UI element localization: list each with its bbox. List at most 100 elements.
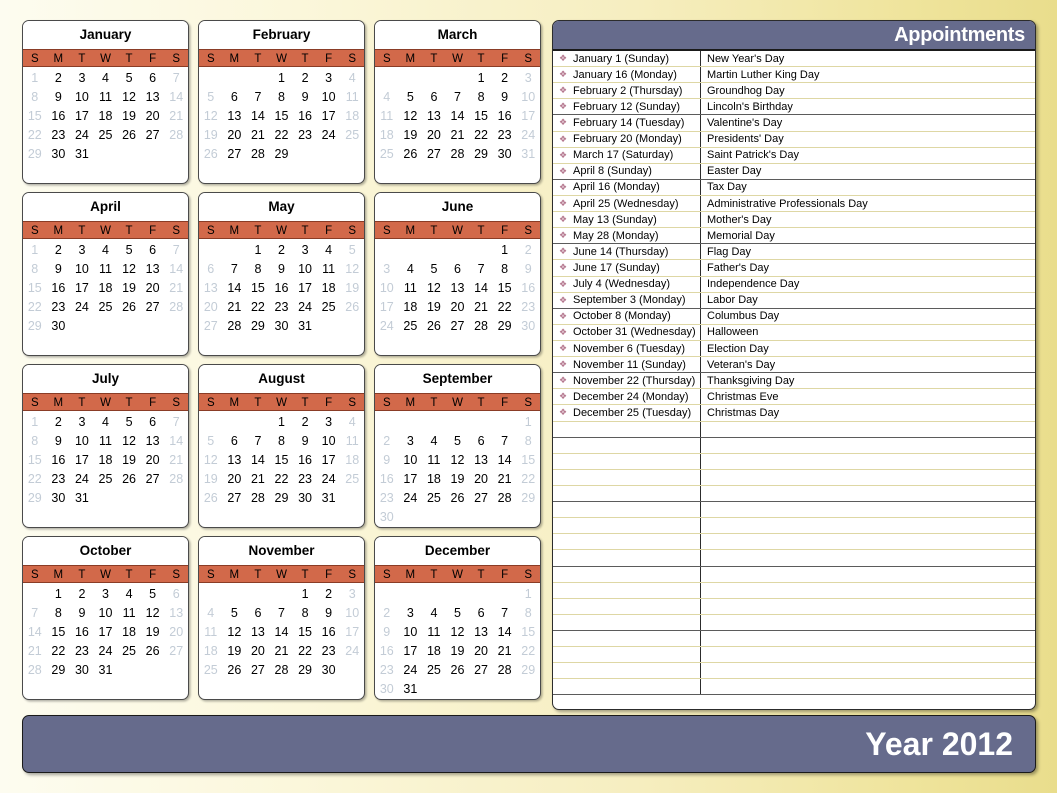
day-cell[interactable]: 24 <box>399 661 423 680</box>
day-cell[interactable]: 2 <box>493 69 517 88</box>
day-cell[interactable]: 4 <box>199 604 223 623</box>
day-cell[interactable]: 24 <box>375 317 399 336</box>
day-cell[interactable]: 5 <box>117 241 141 260</box>
day-cell[interactable]: 24 <box>317 470 341 489</box>
day-cell[interactable]: 5 <box>446 432 470 451</box>
day-cell[interactable]: 25 <box>117 642 141 661</box>
day-cell[interactable]: 13 <box>141 432 165 451</box>
day-cell[interactable]: 27 <box>446 317 470 336</box>
appointment-row[interactable]: ❖ October 8 (Monday) Columbus Day <box>553 308 1035 325</box>
day-cell[interactable]: 1 <box>23 241 47 260</box>
day-cell[interactable]: 16 <box>270 279 294 298</box>
day-cell[interactable]: 13 <box>199 279 223 298</box>
day-cell[interactable]: 4 <box>422 604 446 623</box>
day-cell[interactable]: 9 <box>493 88 517 107</box>
day-cell[interactable]: 12 <box>199 107 223 126</box>
day-cell[interactable]: 8 <box>293 604 317 623</box>
day-cell[interactable]: 2 <box>47 69 71 88</box>
day-cell[interactable]: 22 <box>270 470 294 489</box>
appointment-row[interactable] <box>553 663 1035 680</box>
day-cell[interactable]: 10 <box>70 260 94 279</box>
day-cell[interactable]: 4 <box>340 413 364 432</box>
day-cell[interactable]: 27 <box>199 317 223 336</box>
day-cell[interactable]: 6 <box>469 432 493 451</box>
day-cell[interactable]: 4 <box>340 69 364 88</box>
day-cell[interactable]: 25 <box>422 489 446 508</box>
day-cell[interactable]: 23 <box>317 642 341 661</box>
day-cell[interactable]: 18 <box>117 623 141 642</box>
day-cell[interactable]: 30 <box>493 145 517 164</box>
day-cell[interactable]: 7 <box>164 241 188 260</box>
day-cell[interactable]: 26 <box>117 298 141 317</box>
day-cell[interactable]: 22 <box>246 298 270 317</box>
day-cell[interactable]: 25 <box>94 126 118 145</box>
day-cell[interactable]: 12 <box>141 604 165 623</box>
appointment-row[interactable]: ❖ October 31 (Wednesday) Halloween <box>553 324 1035 341</box>
day-cell[interactable]: 25 <box>340 126 364 145</box>
day-cell[interactable]: 21 <box>246 126 270 145</box>
day-cell[interactable]: 8 <box>246 260 270 279</box>
day-cell[interactable]: 13 <box>164 604 188 623</box>
day-cell[interactable]: 14 <box>270 623 294 642</box>
day-cell[interactable]: 23 <box>293 126 317 145</box>
day-cell[interactable]: 18 <box>340 107 364 126</box>
day-cell[interactable]: 29 <box>23 145 47 164</box>
day-cell[interactable]: 7 <box>493 432 517 451</box>
day-cell[interactable]: 31 <box>70 145 94 164</box>
day-cell[interactable]: 16 <box>47 451 71 470</box>
appointment-row[interactable]: ❖ May 13 (Sunday) Mother's Day <box>553 212 1035 229</box>
day-cell[interactable]: 2 <box>47 413 71 432</box>
day-cell[interactable]: 23 <box>47 126 71 145</box>
day-cell[interactable]: 19 <box>446 470 470 489</box>
day-cell[interactable]: 26 <box>422 317 446 336</box>
day-cell[interactable]: 18 <box>422 470 446 489</box>
day-cell[interactable]: 14 <box>223 279 247 298</box>
day-cell[interactable]: 22 <box>23 126 47 145</box>
day-cell[interactable]: 14 <box>493 451 517 470</box>
day-cell[interactable]: 15 <box>47 623 71 642</box>
day-cell[interactable]: 16 <box>375 470 399 489</box>
day-cell[interactable]: 23 <box>375 661 399 680</box>
day-cell[interactable]: 16 <box>70 623 94 642</box>
day-cell[interactable]: 19 <box>141 623 165 642</box>
day-cell[interactable]: 12 <box>422 279 446 298</box>
day-cell[interactable]: 10 <box>317 432 341 451</box>
day-cell[interactable]: 11 <box>94 260 118 279</box>
day-cell[interactable]: 17 <box>293 279 317 298</box>
day-cell[interactable]: 14 <box>164 260 188 279</box>
appointment-row[interactable]: ❖ April 16 (Monday) Tax Day <box>553 179 1035 196</box>
day-cell[interactable]: 3 <box>70 69 94 88</box>
day-cell[interactable]: 24 <box>70 298 94 317</box>
day-cell[interactable]: 26 <box>446 661 470 680</box>
day-cell[interactable]: 26 <box>340 298 364 317</box>
day-cell[interactable]: 14 <box>164 88 188 107</box>
day-cell[interactable]: 13 <box>469 623 493 642</box>
day-cell[interactable]: 18 <box>199 642 223 661</box>
day-cell[interactable]: 3 <box>94 585 118 604</box>
day-cell[interactable]: 22 <box>469 126 493 145</box>
day-cell[interactable]: 27 <box>141 298 165 317</box>
day-cell[interactable]: 25 <box>340 470 364 489</box>
day-cell[interactable]: 25 <box>94 298 118 317</box>
day-cell[interactable]: 10 <box>399 623 423 642</box>
day-cell[interactable]: 17 <box>94 623 118 642</box>
day-cell[interactable]: 2 <box>516 241 540 260</box>
day-cell[interactable]: 20 <box>223 126 247 145</box>
day-cell[interactable]: 28 <box>469 317 493 336</box>
day-cell[interactable]: 10 <box>375 279 399 298</box>
day-cell[interactable]: 20 <box>164 623 188 642</box>
day-cell[interactable]: 29 <box>246 317 270 336</box>
day-cell[interactable]: 6 <box>199 260 223 279</box>
appointment-row[interactable]: ❖ June 17 (Sunday) Father's Day <box>553 260 1035 277</box>
day-cell[interactable]: 20 <box>422 126 446 145</box>
day-cell[interactable]: 9 <box>47 88 71 107</box>
day-cell[interactable]: 27 <box>223 145 247 164</box>
appointment-row[interactable]: ❖ September 3 (Monday) Labor Day <box>553 292 1035 309</box>
day-cell[interactable]: 22 <box>23 470 47 489</box>
day-cell[interactable]: 17 <box>516 107 540 126</box>
day-cell[interactable]: 24 <box>340 642 364 661</box>
appointment-row[interactable]: ❖ November 11 (Sunday) Veteran's Day <box>553 357 1035 374</box>
day-cell[interactable]: 1 <box>516 585 540 604</box>
day-cell[interactable]: 7 <box>270 604 294 623</box>
day-cell[interactable]: 8 <box>516 604 540 623</box>
